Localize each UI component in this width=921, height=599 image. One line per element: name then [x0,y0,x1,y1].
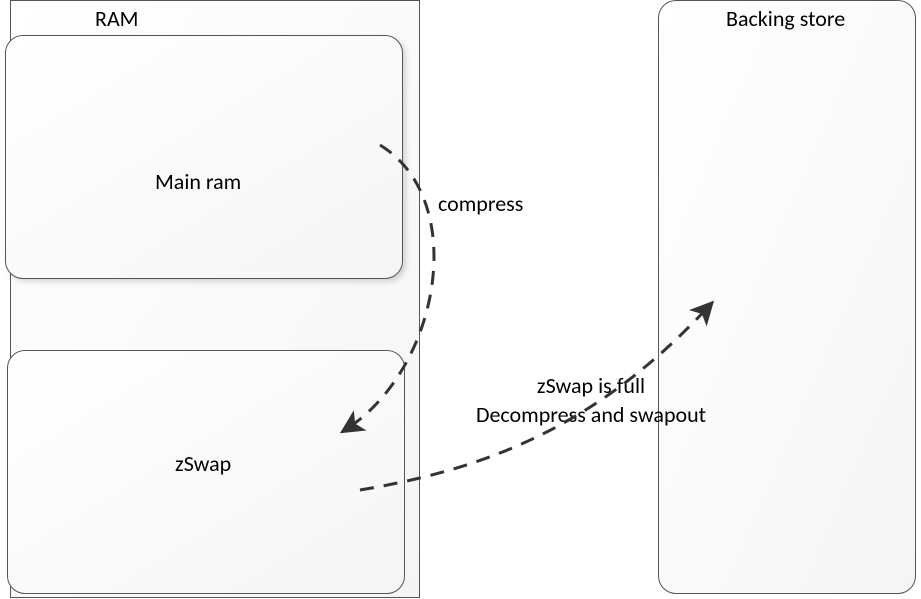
zswap-label: zSwap [175,450,231,477]
main-ram-label: Main ram [155,168,241,195]
backing-store-label: Backing store [726,5,845,32]
compress-label: compress [438,190,523,217]
main-ram-box [5,35,403,279]
swapout-line1: zSwap is full [537,372,645,399]
swapout-line2: Decompress and swapout [476,401,706,428]
ram-label: RAM [95,5,138,32]
backing-store-box [658,0,916,594]
swapout-label: zSwap is full Decompress and swapout [466,372,716,429]
